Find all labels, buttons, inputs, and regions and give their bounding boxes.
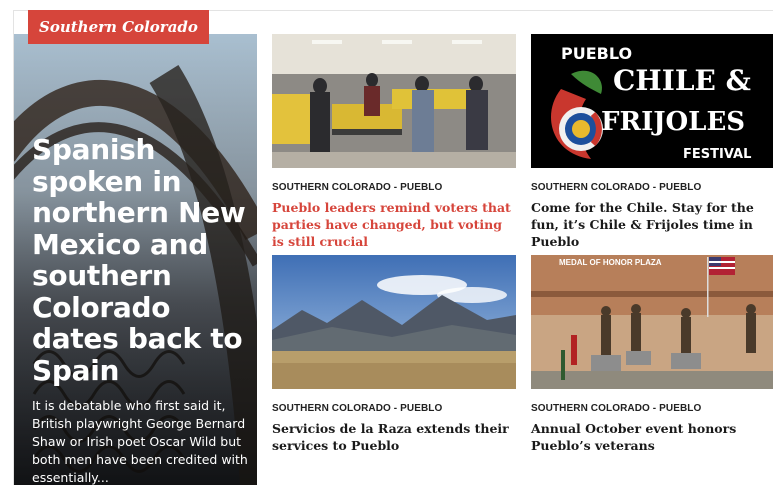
article-title[interactable]: Annual October event honors Pueblo’s vet… [531,420,773,454]
article-title[interactable]: Come for the Chile. Stay for the fun, it… [531,199,773,250]
medal-of-honor-plaza-image: MEDAL OF HONOR PLAZA [531,255,773,389]
section-tag[interactable]: Southern Colorado [28,10,209,44]
article-thumbnail[interactable] [272,255,516,389]
article-thumbnail[interactable] [272,34,516,168]
article-title[interactable]: Servicios de la Raza extends their servi… [272,420,516,454]
feature-headline[interactable]: Spanish spoken in northern New Mexico an… [32,134,254,386]
logo-line-festival: FESTIVAL [683,147,751,162]
feature-excerpt: It is debatable who first said it, Briti… [32,398,248,485]
ballot-room-image [272,34,516,168]
article-thumbnail[interactable]: PUEBLO CHILE & FRIJOLES FESTIVAL [531,34,773,168]
mountain-landscape-image [272,255,516,389]
article-title[interactable]: Pueblo leaders remind voters that partie… [272,199,516,250]
plaza-sign-text: MEDAL OF HONOR PLAZA [559,258,662,267]
article-kicker[interactable]: SOUTHERN COLORADO - PUEBLO [272,182,442,193]
feature-article[interactable]: Spanish spoken in northern New Mexico an… [14,34,257,485]
chile-festival-logo: PUEBLO CHILE & FRIJOLES FESTIVAL [531,34,773,168]
article-kicker[interactable]: SOUTHERN COLORADO - PUEBLO [531,403,701,414]
logo-line-frijoles: FRIJOLES [601,107,745,137]
article-thumbnail[interactable]: MEDAL OF HONOR PLAZA [531,255,773,389]
logo-line-chile: CHILE & [613,64,751,97]
logo-line-pueblo: PUEBLO [561,44,632,63]
article-kicker[interactable]: SOUTHERN COLORADO - PUEBLO [531,182,701,193]
article-kicker[interactable]: SOUTHERN COLORADO - PUEBLO [272,403,442,414]
